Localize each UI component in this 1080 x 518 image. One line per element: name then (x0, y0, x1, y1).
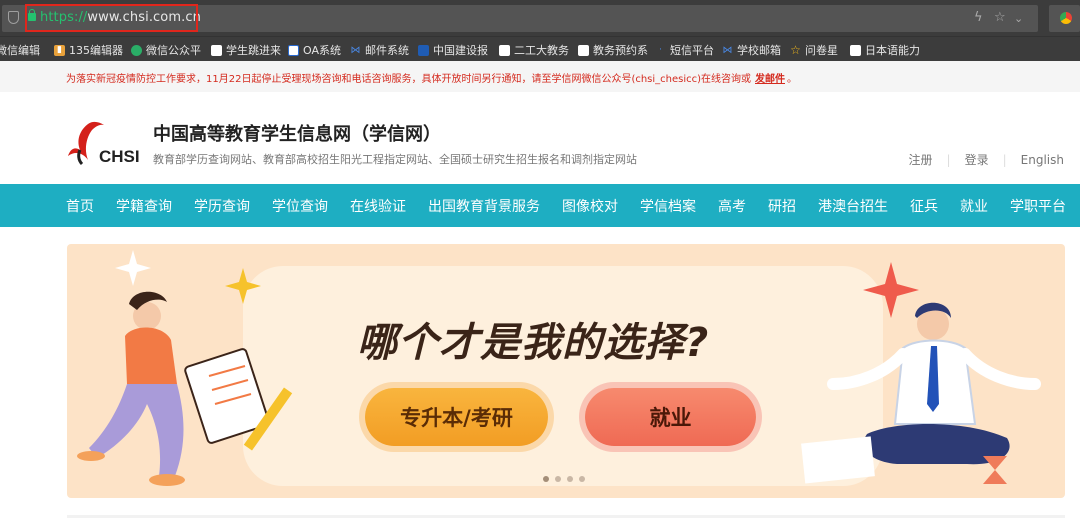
browser-toolbar: https://www.chsi.com.cn ϟ ☆ ⌄ (0, 0, 1080, 36)
nav-home[interactable]: 首页 (66, 196, 94, 216)
banner-section: 哪个才是我的选择? 专升本/考研 就业 › (0, 227, 1080, 518)
banner-carousel[interactable]: 哪个才是我的选择? 专升本/考研 就业 › (67, 244, 1065, 498)
bookmark-item[interactable]: · 短信平台 (655, 42, 714, 58)
lightning-icon[interactable]: ϟ (974, 10, 983, 25)
bookmark-item[interactable]: 学生跳进来 (211, 42, 281, 58)
page-icon (578, 44, 589, 56)
account-links: 注册 | 登录 | English (909, 151, 1064, 168)
nav-chsi-archive[interactable]: 学信档案 (640, 196, 696, 216)
bookmark-item[interactable]: 微信编辑 (0, 42, 40, 58)
bookmark-icon (131, 44, 142, 56)
notice-bar: 为落实新冠疫情防控工作要求，11月22日起停止受理现场咨询和电话咨询服务，具体开… (0, 61, 1080, 92)
notice-text: 为落实新冠疫情防控工作要求，11月22日起停止受理现场咨询和电话咨询服务，具体开… (66, 74, 752, 85)
page-icon (850, 44, 861, 56)
bookmark-item[interactable]: 二工大教务 (499, 42, 569, 58)
bookmark-item[interactable]: ⋈ 邮件系统 (350, 42, 410, 58)
main-nav: 首页 学籍查询 学历查询 学位查询 在线验证 出国教育背景服务 图像校对 学信档… (0, 184, 1080, 227)
bookmark-icon: ▮ (54, 44, 65, 56)
extension-icon[interactable] (1060, 12, 1072, 24)
carousel-dot[interactable] (567, 476, 573, 482)
nav-diploma-query[interactable]: 学历查询 (194, 196, 250, 216)
chsi-logo[interactable]: CHSI (66, 120, 146, 168)
url-highlight-box (25, 4, 198, 32)
english-link[interactable]: English (1021, 153, 1064, 167)
carousel-dot[interactable] (555, 476, 561, 482)
nav-conscription[interactable]: 征兵 (910, 196, 938, 216)
notice-end: 。 (787, 74, 797, 85)
bookmark-icon (418, 44, 429, 56)
carousel-indicators (543, 476, 585, 482)
divider: | (1002, 152, 1007, 167)
bookmark-item[interactable]: ▮ 135编辑器 (54, 42, 123, 58)
chevron-down-icon[interactable]: ⌄ (1014, 12, 1023, 25)
site-title: 中国高等教育学生信息网（学信网） (153, 124, 441, 145)
banner-illustration (77, 250, 1041, 486)
bookmark-item[interactable]: 微信公众平 (131, 42, 201, 58)
site-header: CHSI 中国高等教育学生信息网（学信网） 教育部学历查询网站、教育部高校招生阳… (0, 92, 1080, 184)
page-icon (499, 44, 510, 56)
nav-image-proofread[interactable]: 图像校对 (562, 196, 618, 216)
bookmark-item[interactable]: ⋈ 学校邮箱 (722, 42, 782, 58)
bookmark-item[interactable]: 教务预约系 (578, 42, 648, 58)
bookmark-icon: · (659, 44, 662, 55)
bookmark-icon: ⋈ (350, 44, 361, 56)
banner-headline: 哪个才是我的选择? (357, 320, 710, 366)
shield-icon[interactable] (8, 11, 19, 24)
nav-degree-query[interactable]: 学位查询 (272, 196, 328, 216)
nav-overseas-background[interactable]: 出国教育背景服务 (428, 196, 540, 216)
bookmarks-bar: 微信编辑 ▮ 135编辑器 微信公众平 学生跳进来 OA系统 ⋈ 邮件系统 中国建设… (0, 36, 1080, 61)
bookmark-icon (288, 44, 299, 56)
carousel-dot[interactable] (543, 476, 549, 482)
nav-hk-macau-taiwan[interactable]: 港澳台招生 (818, 196, 888, 216)
send-email-link[interactable]: 发邮件 (755, 70, 785, 85)
svg-text:CHSI: CHSI (99, 147, 140, 166)
carousel-dot[interactable] (579, 476, 585, 482)
bookmark-item[interactable]: 中国建设报 (418, 42, 488, 58)
star-icon[interactable]: ☆ (994, 10, 1006, 25)
upgrade-postgrad-button[interactable]: 专升本/考研 (365, 388, 548, 446)
bookmark-item[interactable]: OA系统 (288, 42, 341, 58)
nav-employment[interactable]: 就业 (960, 196, 988, 216)
nav-career-platform[interactable]: 学职平台 (1010, 196, 1066, 216)
employment-button[interactable]: 就业 (585, 388, 756, 446)
divider: | (946, 152, 951, 167)
nav-gaokao[interactable]: 高考 (718, 196, 746, 216)
login-link[interactable]: 登录 (965, 151, 989, 168)
bookmark-item[interactable]: 日本语能力 (850, 42, 920, 58)
nav-graduate-admission[interactable]: 研招 (768, 196, 796, 216)
page-icon (211, 44, 222, 56)
bookmark-icon: ⋈ (722, 44, 733, 56)
site-subtitle: 教育部学历查询网站、教育部高校招生阳光工程指定网站、全国硕士研究生招生报名和调剂… (153, 153, 637, 166)
nav-online-verify[interactable]: 在线验证 (350, 196, 406, 216)
star-icon: ☆ (790, 42, 801, 57)
register-link[interactable]: 注册 (909, 151, 933, 168)
nav-enrollment-query[interactable]: 学籍查询 (116, 196, 172, 216)
bookmark-item[interactable]: ☆ 问卷星 (790, 42, 838, 58)
